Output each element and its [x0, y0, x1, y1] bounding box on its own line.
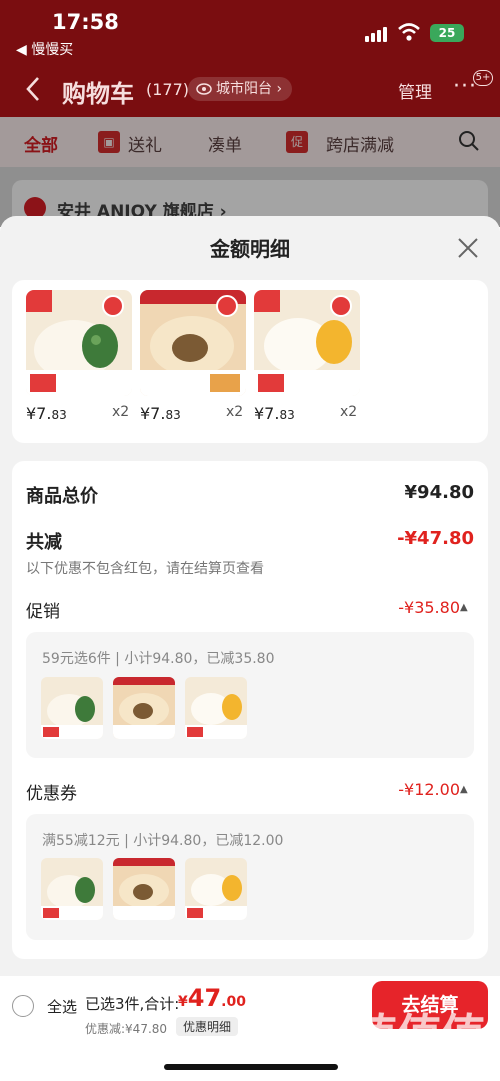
product-price: ¥7.83	[26, 404, 67, 423]
discount-summary: 优惠减:¥47.80	[85, 1022, 168, 1036]
tab-bundle[interactable]: 凑单	[208, 131, 242, 156]
product-thumbnail	[185, 677, 247, 739]
manage-button[interactable]: 管理	[398, 78, 432, 103]
battery-icon: 25	[430, 24, 464, 42]
close-icon[interactable]	[455, 235, 481, 261]
signal-icon	[365, 26, 391, 42]
select-all-label[interactable]: 全选	[47, 996, 77, 1017]
product-qty: x2	[112, 404, 130, 420]
product-qty: x2	[340, 404, 358, 420]
coupon-detail-text: 满55减12元 | 小计94.80，已减12.00	[42, 833, 284, 849]
promo-value[interactable]: -¥35.80	[398, 598, 460, 617]
discount-note: 以下优惠不包含红包，请在结算页查看	[26, 561, 264, 577]
discount-detail-button[interactable]: 优惠明细	[176, 1017, 239, 1036]
product-qty: x2	[226, 404, 244, 420]
product-price: ¥7.83	[140, 404, 181, 423]
gift-icon: ▣	[98, 131, 120, 153]
wifi-icon	[398, 23, 420, 41]
tab-gift[interactable]: 送礼	[128, 131, 162, 156]
product-thumbnail	[113, 858, 175, 920]
promo-detail-text: 59元选6件 | 小计94.80，已减35.80	[42, 651, 275, 667]
tab-cross-store[interactable]: 跨店满减	[326, 131, 394, 156]
status-time: 17:58	[52, 10, 119, 34]
reduce-value: -¥47.80	[397, 528, 474, 549]
product-check-icon[interactable]	[330, 295, 352, 317]
coupon-value[interactable]: -¥12.00	[398, 780, 460, 799]
chevron-up-icon[interactable]: ▲	[460, 784, 468, 795]
search-icon[interactable]	[458, 130, 480, 152]
product-thumbnail	[41, 677, 103, 739]
coupon-label: 优惠券	[26, 784, 77, 804]
promo-label: 促销	[26, 602, 60, 622]
back-to-app-link[interactable]: ◀ 慢慢买	[16, 39, 73, 59]
notification-badge: 5+	[473, 70, 493, 86]
selection-summary: 已选3件,合计:	[85, 995, 180, 1013]
product-thumbnail	[41, 858, 103, 920]
chevron-up-icon[interactable]: ▲	[460, 602, 468, 613]
product-thumbnail	[185, 858, 247, 920]
eye-icon	[196, 83, 212, 95]
product-check-icon[interactable]	[216, 295, 238, 317]
cart-count: (177)	[146, 80, 190, 99]
promo-tag-icon: 促	[286, 131, 308, 153]
tab-all[interactable]: 全部	[24, 131, 58, 156]
location-selector[interactable]: 城市阳台 ›	[188, 77, 293, 101]
location-label: 城市阳台	[216, 81, 272, 97]
total-amount: ¥47.00	[178, 984, 246, 1012]
page-title: 购物车	[62, 80, 134, 108]
back-arrow-icon[interactable]	[22, 74, 44, 104]
product-thumbnail	[113, 677, 175, 739]
watermark-url: zhizhizhi.com	[352, 1056, 482, 1076]
reduce-label: 共减	[26, 532, 62, 553]
category-tabs	[0, 117, 500, 167]
select-all-radio[interactable]	[12, 995, 34, 1017]
home-indicator	[164, 1064, 338, 1070]
product-check-icon[interactable]	[102, 295, 124, 317]
total-price-label: 商品总价	[26, 486, 98, 507]
product-price: ¥7.83	[254, 404, 295, 423]
total-price-value: ¥94.80	[404, 482, 474, 503]
sheet-title: 金额明细	[210, 237, 290, 261]
